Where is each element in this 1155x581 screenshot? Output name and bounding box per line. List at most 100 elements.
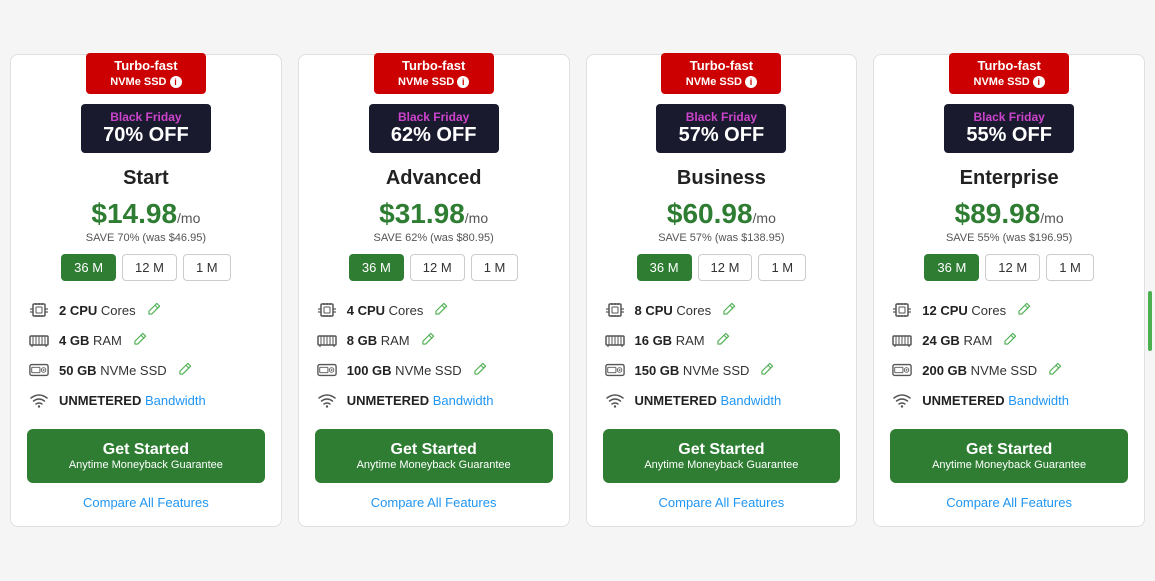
discount-label: 62% OFF xyxy=(381,124,487,147)
feature-text-ram: 16 GB RAM xyxy=(635,333,705,348)
compare-link[interactable]: Compare All Features xyxy=(371,495,497,510)
cta-line1: Get Started xyxy=(39,441,253,459)
bf-label: Black Friday xyxy=(956,110,1062,124)
feature-bandwidth: UNMETERED Bandwidth xyxy=(315,385,553,415)
edit-ssd-icon[interactable] xyxy=(1049,362,1062,378)
cta-line2: Anytime Moneyback Guarantee xyxy=(902,459,1116,471)
info-icon[interactable]: i xyxy=(170,76,182,88)
period-btn-1m[interactable]: 1 M xyxy=(471,254,519,281)
bandwidth-icon xyxy=(27,390,51,410)
black-friday-badge: Black Friday 57% OFF xyxy=(656,104,786,153)
bf-label: Black Friday xyxy=(381,110,487,124)
feature-ram: 8 GB RAM xyxy=(315,325,553,355)
black-friday-badge: Black Friday 70% OFF xyxy=(81,104,211,153)
feature-ram: 24 GB RAM xyxy=(890,325,1128,355)
turbo-badge: Turbo-fast NVMe SSD i xyxy=(949,53,1069,94)
period-selector: 36 M12 M1 M xyxy=(349,254,518,281)
edit-ram-icon[interactable] xyxy=(422,332,435,348)
turbo-badge: Turbo-fast NVMe SSD i xyxy=(374,53,494,94)
period-btn-36m[interactable]: 36 M xyxy=(349,254,404,281)
edit-ssd-icon[interactable] xyxy=(179,362,192,378)
plan-card-business: Turbo-fast NVMe SSD i Black Friday 57% O… xyxy=(586,54,858,527)
edit-ram-icon[interactable] xyxy=(717,332,730,348)
scrollbar-hint xyxy=(1148,291,1152,351)
cta-line1: Get Started xyxy=(902,441,1116,459)
period-btn-1m[interactable]: 1 M xyxy=(183,254,231,281)
plan-name: Enterprise xyxy=(960,167,1059,190)
feature-text-cpu: 12 CPU Cores xyxy=(922,303,1006,318)
get-started-button[interactable]: Get Started Anytime Moneyback Guarantee xyxy=(603,429,841,483)
edit-ssd-icon[interactable] xyxy=(474,362,487,378)
edit-cpu-icon[interactable] xyxy=(148,302,161,318)
get-started-button[interactable]: Get Started Anytime Moneyback Guarantee xyxy=(27,429,265,483)
feature-ram: 4 GB RAM xyxy=(27,325,265,355)
feature-ram: 16 GB RAM xyxy=(603,325,841,355)
black-friday-badge: Black Friday 62% OFF xyxy=(369,104,499,153)
info-icon[interactable]: i xyxy=(745,76,757,88)
period-btn-12m[interactable]: 12 M xyxy=(122,254,177,281)
period-btn-36m[interactable]: 36 M xyxy=(61,254,116,281)
period-btn-1m[interactable]: 1 M xyxy=(1046,254,1094,281)
plan-savings: SAVE 55% (was $196.95) xyxy=(946,232,1072,244)
turbo-line1: Turbo-fast xyxy=(384,58,484,75)
edit-cpu-icon[interactable] xyxy=(723,302,736,318)
turbo-line2: NVMe SSD i xyxy=(671,75,771,89)
plan-card-advanced: Turbo-fast NVMe SSD i Black Friday 62% O… xyxy=(298,54,570,527)
ssd-icon xyxy=(890,360,914,380)
edit-ram-icon[interactable] xyxy=(134,332,147,348)
feature-text-ram: 24 GB RAM xyxy=(922,333,992,348)
cta-line2: Anytime Moneyback Guarantee xyxy=(39,459,253,471)
edit-cpu-icon[interactable] xyxy=(1018,302,1031,318)
feature-text-ram: 8 GB RAM xyxy=(347,333,410,348)
cpu-icon xyxy=(27,300,51,320)
turbo-line2: NVMe SSD i xyxy=(384,75,484,89)
feature-cpu: 2 CPU Cores xyxy=(27,295,265,325)
turbo-line2: NVMe SSD i xyxy=(959,75,1059,89)
info-icon[interactable]: i xyxy=(457,76,469,88)
bandwidth-icon xyxy=(315,390,339,410)
edit-ram-icon[interactable] xyxy=(1004,332,1017,348)
edit-cpu-icon[interactable] xyxy=(435,302,448,318)
plan-price: $89.98/mo xyxy=(955,198,1064,230)
features-list: 8 CPU Cores 16 GB RAM 150 GB NVMe SSD UN… xyxy=(587,295,857,415)
feature-text-ssd: 100 GB NVMe SSD xyxy=(347,363,462,378)
plan-name: Advanced xyxy=(386,167,482,190)
period-btn-1m[interactable]: 1 M xyxy=(758,254,806,281)
per-mo: /mo xyxy=(1040,210,1063,226)
cpu-icon xyxy=(603,300,627,320)
bf-label: Black Friday xyxy=(668,110,774,124)
compare-link[interactable]: Compare All Features xyxy=(946,495,1072,510)
compare-link[interactable]: Compare All Features xyxy=(659,495,785,510)
cta-line1: Get Started xyxy=(327,441,541,459)
cpu-icon xyxy=(890,300,914,320)
feature-cpu: 8 CPU Cores xyxy=(603,295,841,325)
feature-text-ssd: 200 GB NVMe SSD xyxy=(922,363,1037,378)
discount-label: 57% OFF xyxy=(668,124,774,147)
period-btn-12m[interactable]: 12 M xyxy=(410,254,465,281)
feature-text-ssd: 50 GB NVMe SSD xyxy=(59,363,167,378)
cta-line2: Anytime Moneyback Guarantee xyxy=(615,459,829,471)
feature-text-bandwidth: UNMETERED Bandwidth xyxy=(347,393,494,408)
info-icon[interactable]: i xyxy=(1033,76,1045,88)
cta-line2: Anytime Moneyback Guarantee xyxy=(327,459,541,471)
plan-price: $14.98/mo xyxy=(91,198,200,230)
get-started-button[interactable]: Get Started Anytime Moneyback Guarantee xyxy=(890,429,1128,483)
period-btn-12m[interactable]: 12 M xyxy=(985,254,1040,281)
period-btn-36m[interactable]: 36 M xyxy=(637,254,692,281)
bandwidth-icon xyxy=(603,390,627,410)
get-started-button[interactable]: Get Started Anytime Moneyback Guarantee xyxy=(315,429,553,483)
feature-text-cpu: 8 CPU Cores xyxy=(635,303,712,318)
feature-bandwidth: UNMETERED Bandwidth xyxy=(603,385,841,415)
turbo-line1: Turbo-fast xyxy=(959,58,1059,75)
ram-icon xyxy=(27,330,51,350)
ram-icon xyxy=(315,330,339,350)
per-mo: /mo xyxy=(465,210,488,226)
plan-savings: SAVE 57% (was $138.95) xyxy=(658,232,784,244)
turbo-line1: Turbo-fast xyxy=(671,58,771,75)
edit-ssd-icon[interactable] xyxy=(761,362,774,378)
bf-label: Black Friday xyxy=(93,110,199,124)
ram-icon xyxy=(603,330,627,350)
compare-link[interactable]: Compare All Features xyxy=(83,495,209,510)
period-btn-36m[interactable]: 36 M xyxy=(924,254,979,281)
period-btn-12m[interactable]: 12 M xyxy=(698,254,753,281)
